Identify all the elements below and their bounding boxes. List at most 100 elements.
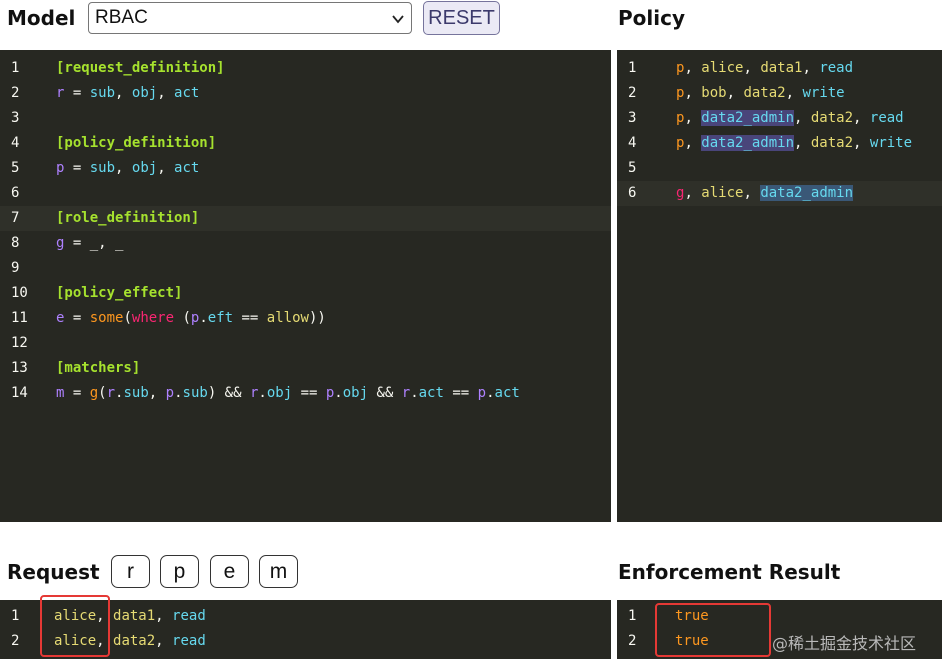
- line-number: 7: [11, 210, 20, 226]
- line-code: alice, data2, read: [54, 629, 206, 654]
- line-code: [role_definition]: [56, 206, 199, 231]
- model-line[interactable]: 7 [role_definition]: [0, 206, 611, 231]
- line-number: 13: [11, 360, 28, 376]
- line-code: [matchers]: [56, 356, 140, 381]
- line-code: true: [675, 604, 709, 629]
- line-number: 3: [11, 110, 20, 126]
- code-token: ,: [98, 235, 116, 251]
- line-code: p = sub, obj, act: [56, 156, 199, 181]
- result-line[interactable]: 1 true: [617, 604, 942, 629]
- policy-line[interactable]: 6 g, alice, data2_admin: [617, 181, 942, 206]
- model-line[interactable]: 4 [policy_definition]: [0, 131, 611, 156]
- code-token: ,: [802, 60, 820, 76]
- line-number: 2: [11, 85, 20, 101]
- watermark: @稀土掘金技术社区: [772, 634, 917, 653]
- code-token: data2_admin: [701, 135, 795, 151]
- policy-line[interactable]: 2 p, bob, data2, write: [617, 81, 942, 106]
- code-token: data2_admin: [701, 110, 795, 126]
- model-line[interactable]: 12: [0, 331, 611, 356]
- code-token: read: [869, 110, 904, 126]
- line-number: 12: [11, 335, 28, 351]
- code-token: obj: [131, 160, 158, 176]
- request-line[interactable]: 2 alice, data2, read: [0, 629, 611, 654]
- policy-line[interactable]: 4 p, data2_admin, data2, write: [617, 131, 942, 156]
- line-code: [policy_effect]: [56, 281, 182, 306]
- request-token-e-button[interactable]: e: [210, 555, 249, 588]
- line-number: 3: [628, 110, 637, 126]
- request-title: Request: [7, 560, 100, 584]
- model-line[interactable]: 1 [request_definition]: [0, 56, 611, 81]
- model-line[interactable]: 6: [0, 181, 611, 206]
- line-code: r = sub, obj, act: [56, 81, 199, 106]
- code-token: data1: [113, 608, 156, 624]
- code-token: [role_definition]: [56, 210, 200, 226]
- code-token: ,: [794, 110, 811, 126]
- model-line[interactable]: 2 r = sub, obj, act: [0, 81, 611, 106]
- request-editor[interactable]: 1 alice, data1, read 2 alice, data2, read: [0, 600, 611, 659]
- model-line[interactable]: 13 [matchers]: [0, 356, 611, 381]
- code-token: .: [486, 385, 495, 401]
- request-token-m-button[interactable]: m: [259, 555, 298, 588]
- code-token: =: [64, 310, 90, 326]
- line-number: 6: [11, 185, 20, 201]
- model-editor[interactable]: 1 [request_definition] 2 r = sub, obj, act 3…: [0, 50, 611, 522]
- code-token: read: [172, 608, 206, 624]
- line-code: [request_definition]: [56, 56, 225, 81]
- line-code: g = _, _: [56, 231, 123, 256]
- code-token: ,: [743, 185, 761, 201]
- request-token-p-button[interactable]: p: [160, 555, 199, 588]
- model-select[interactable]: RBAC: [88, 2, 412, 34]
- code-token: )): [308, 310, 326, 326]
- line-number: 5: [11, 160, 20, 176]
- code-token: ,: [853, 135, 870, 151]
- code-token: .: [410, 385, 419, 401]
- request-token-r-button[interactable]: r: [111, 555, 150, 588]
- policy-line[interactable]: 5: [617, 156, 942, 181]
- line-code: alice, data1, read: [54, 604, 206, 629]
- model-line[interactable]: 10 [policy_effect]: [0, 281, 611, 306]
- policy-line[interactable]: 3 p, data2_admin, data2, read: [617, 106, 942, 131]
- code-token: ==: [292, 385, 326, 401]
- line-number: 2: [628, 633, 637, 649]
- line-code: m = g(r.sub, p.sub) && r.obj == p.obj &&…: [56, 381, 520, 406]
- policy-editor[interactable]: 1 p, alice, data1, read 2 p, bob, data2, wr…: [617, 50, 942, 522]
- code-token: eft: [207, 310, 234, 326]
- line-number: 8: [11, 235, 20, 251]
- code-token: act: [174, 85, 200, 101]
- code-token: [policy_effect]: [56, 285, 183, 301]
- line-code: e = some(where (p.eft == allow)): [56, 306, 326, 331]
- enforcement-result-title: Enforcement Result: [618, 560, 841, 584]
- code-token: sub: [182, 385, 208, 401]
- line-number: 4: [11, 135, 20, 151]
- code-token: read: [819, 60, 854, 76]
- line-number: 6: [628, 185, 637, 201]
- code-token: act: [494, 385, 520, 401]
- model-line[interactable]: 5 p = sub, obj, act: [0, 156, 611, 181]
- code-token: ,: [155, 608, 173, 624]
- model-line[interactable]: 8 g = _, _: [0, 231, 611, 256]
- model-line[interactable]: 9: [0, 256, 611, 281]
- policy-line[interactable]: 1 p, alice, data1, read: [617, 56, 942, 81]
- line-number: 1: [11, 60, 20, 76]
- code-token: [request_definition]: [56, 60, 225, 76]
- model-line[interactable]: 11 e = some(where (p.eft == allow)): [0, 306, 611, 331]
- request-line[interactable]: 1 alice, data1, read: [0, 604, 611, 629]
- line-code: g, alice, data2_admin: [676, 181, 854, 206]
- code-token: =: [64, 85, 90, 101]
- code-token: true: [675, 633, 709, 649]
- code-token: ,: [157, 85, 175, 101]
- line-number: 11: [11, 310, 28, 326]
- code-token: act: [174, 160, 200, 176]
- code-token: data2: [743, 85, 786, 101]
- model-select-value: RBAC: [95, 7, 148, 28]
- code-token: =: [64, 235, 90, 251]
- model-line[interactable]: 3: [0, 106, 611, 131]
- code-token: write: [802, 85, 845, 101]
- model-line[interactable]: 14 m = g(r.sub, p.sub) && r.obj == p.obj …: [0, 381, 611, 406]
- code-token: ) &&: [207, 385, 250, 401]
- line-code: p, data2_admin, data2, read: [676, 106, 904, 131]
- line-code: p, alice, data1, read: [676, 56, 853, 81]
- code-token: ,: [743, 60, 761, 76]
- code-token: [matchers]: [56, 360, 141, 376]
- reset-button[interactable]: RESET: [423, 1, 500, 35]
